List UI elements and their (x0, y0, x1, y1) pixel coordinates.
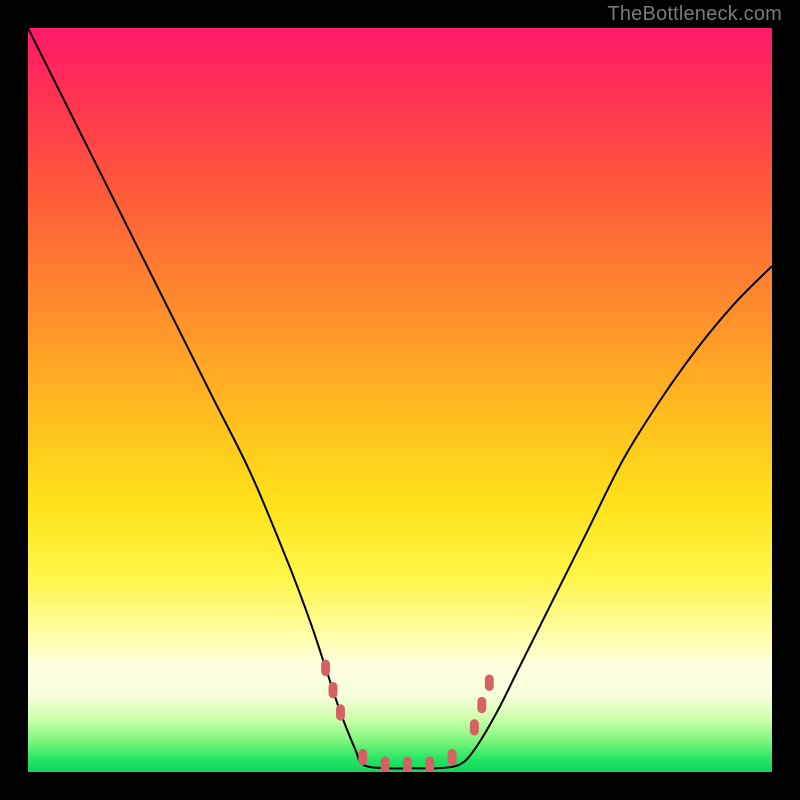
chart-frame: TheBottleneck.com (0, 0, 800, 800)
valley-marker (329, 682, 338, 698)
valley-marker (381, 756, 390, 772)
curve-svg (28, 28, 772, 772)
valley-markers (321, 660, 494, 772)
valley-marker (448, 749, 457, 765)
valley-marker (470, 719, 479, 735)
valley-marker (321, 660, 330, 676)
valley-marker (336, 704, 345, 720)
bottleneck-curve-path (28, 28, 772, 769)
attribution-text: TheBottleneck.com (607, 3, 782, 26)
curve-layer (28, 28, 772, 772)
valley-marker (477, 697, 486, 713)
valley-marker (358, 749, 367, 765)
valley-marker (485, 675, 494, 691)
valley-marker (403, 756, 412, 772)
valley-marker (425, 756, 434, 772)
bottleneck-curve (28, 28, 772, 769)
plot-area (28, 28, 772, 772)
